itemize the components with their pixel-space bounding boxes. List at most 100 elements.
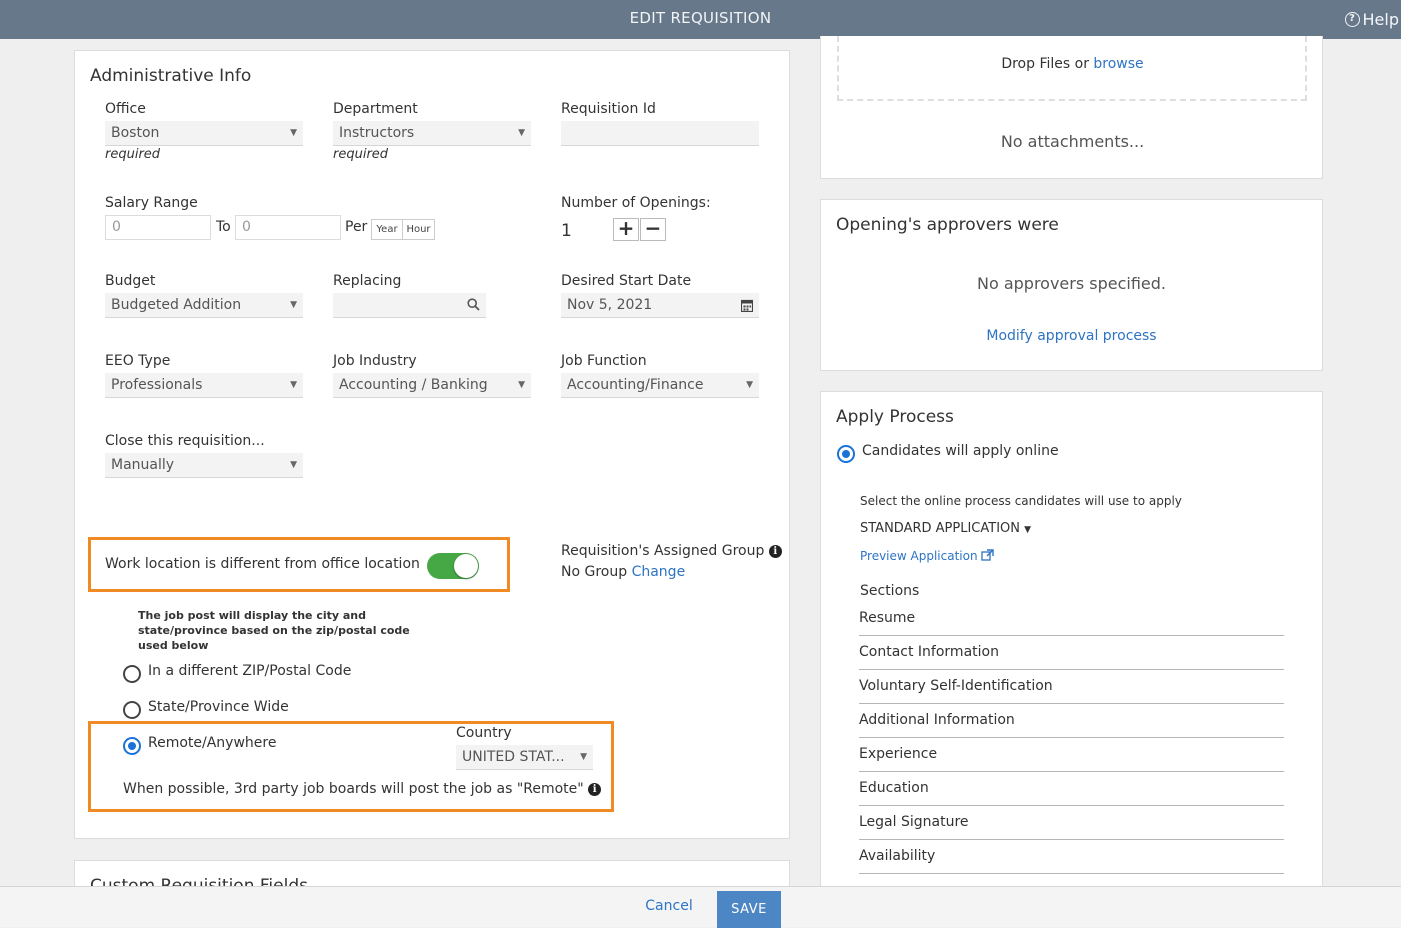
budget-label: Budget bbox=[105, 273, 156, 289]
salary-range-label: Salary Range bbox=[105, 195, 198, 211]
salary-from-input[interactable]: 0 bbox=[105, 215, 211, 240]
section-item: Legal Signature bbox=[859, 806, 1284, 840]
info-icon[interactable]: i bbox=[768, 545, 782, 558]
help-link[interactable]: ? Help bbox=[1344, 0, 1399, 39]
close-requisition-value: Manually bbox=[111, 457, 175, 473]
cancel-button[interactable]: Cancel bbox=[633, 898, 705, 914]
browse-link[interactable]: browse bbox=[1093, 56, 1143, 72]
select-process-text: Select the online process candidates wil… bbox=[860, 494, 1182, 508]
caret-down-icon: ▼ bbox=[290, 380, 297, 390]
approvers-title: Opening's approvers were bbox=[836, 215, 1059, 235]
start-date-input[interactable]: Nov 5, 2021 bbox=[561, 293, 759, 318]
radio-different-zip[interactable] bbox=[123, 665, 141, 683]
assigned-group-label: Requisition's Assigned Group i bbox=[561, 543, 782, 559]
attachments-card: Drop Files or browse No attachments... bbox=[820, 36, 1323, 179]
job-function-value: Accounting/Finance bbox=[567, 377, 704, 393]
caret-down-icon: ▼ bbox=[580, 752, 587, 762]
openings-increment-button[interactable]: + bbox=[613, 218, 639, 241]
modify-approval-link[interactable]: Modify approval process bbox=[821, 328, 1322, 344]
eeo-type-select[interactable]: Professionals ▼ bbox=[105, 373, 303, 398]
change-group-link[interactable]: Change bbox=[632, 564, 686, 580]
country-select[interactable]: UNITED STAT... ▼ bbox=[456, 745, 593, 770]
header-bar: EDIT REQUISITION ? Help bbox=[0, 0, 1401, 39]
work-location-label: Work location is different from office l… bbox=[105, 556, 420, 572]
external-link-icon bbox=[981, 549, 995, 563]
department-label: Department bbox=[333, 101, 418, 117]
department-select[interactable]: Instructors ▼ bbox=[333, 121, 531, 146]
no-attachments-text: No attachments... bbox=[1000, 132, 1145, 151]
per-year-button[interactable]: Year bbox=[371, 219, 403, 240]
work-location-toggle[interactable] bbox=[427, 553, 479, 579]
caret-down-icon: ▼ bbox=[290, 300, 297, 310]
section-item: Availability bbox=[859, 840, 1284, 874]
job-industry-select[interactable]: Accounting / Banking ▼ bbox=[333, 373, 531, 398]
search-icon bbox=[467, 293, 480, 317]
drop-files-text: Drop Files or browse bbox=[1001, 56, 1144, 72]
sections-label: Sections bbox=[860, 583, 920, 599]
caret-down-icon: ▼ bbox=[290, 128, 297, 138]
assigned-group-value: No Group bbox=[561, 564, 628, 580]
option-different-zip-label: In a different ZIP/Postal Code bbox=[148, 663, 352, 679]
save-button[interactable]: SAVE bbox=[717, 891, 781, 928]
caret-down-icon: ▼ bbox=[746, 380, 753, 390]
radio-remote[interactable] bbox=[123, 737, 141, 755]
option-state-wide-label: State/Province Wide bbox=[148, 699, 289, 715]
radio-apply-online[interactable] bbox=[837, 445, 855, 463]
section-item: Voluntary Self-Identification bbox=[859, 670, 1284, 704]
office-value: Boston bbox=[111, 125, 160, 141]
action-bar: Cancel SAVE bbox=[0, 886, 1401, 928]
start-date-value: Nov 5, 2021 bbox=[567, 297, 653, 313]
close-requisition-select[interactable]: Manually ▼ bbox=[105, 453, 303, 478]
caret-down-icon: ▼ bbox=[1024, 525, 1032, 535]
job-function-select[interactable]: Accounting/Finance ▼ bbox=[561, 373, 759, 398]
per-hour-button[interactable]: Hour bbox=[402, 219, 435, 240]
openings-label: Number of Openings: bbox=[561, 195, 711, 211]
office-select[interactable]: Boston ▼ bbox=[105, 121, 303, 146]
info-icon[interactable]: i bbox=[588, 783, 602, 796]
remote-note: When possible, 3rd party job boards will… bbox=[123, 781, 602, 797]
openings-decrement-button[interactable]: − bbox=[640, 218, 666, 241]
help-icon: ? bbox=[1344, 12, 1360, 27]
salary-to-label: To bbox=[216, 219, 231, 235]
help-label: Help bbox=[1362, 10, 1399, 29]
budget-select[interactable]: Budgeted Addition ▼ bbox=[105, 293, 303, 318]
apply-online-label: Candidates will apply online bbox=[862, 443, 1059, 459]
section-item: Additional Information bbox=[859, 704, 1284, 738]
start-date-label: Desired Start Date bbox=[561, 273, 692, 289]
calendar-icon[interactable] bbox=[740, 293, 754, 317]
country-label: Country bbox=[456, 725, 512, 741]
job-industry-value: Accounting / Banking bbox=[339, 377, 488, 393]
requisition-id-input[interactable] bbox=[561, 121, 759, 146]
budget-value: Budgeted Addition bbox=[111, 297, 242, 313]
job-function-label: Job Function bbox=[561, 353, 647, 369]
admin-info-card: Administrative Info Office Boston ▼ requ… bbox=[74, 50, 790, 839]
requisition-id-label: Requisition Id bbox=[561, 101, 656, 117]
department-required-note: required bbox=[333, 147, 389, 162]
section-item: Resume bbox=[859, 602, 1284, 636]
section-item: Contact Information bbox=[859, 636, 1284, 670]
preview-application-link[interactable]: Preview Application bbox=[860, 549, 995, 563]
eeo-type-label: EEO Type bbox=[105, 353, 171, 369]
office-required-note: required bbox=[105, 147, 161, 162]
department-value: Instructors bbox=[339, 125, 415, 141]
country-value: UNITED STAT... bbox=[462, 749, 565, 765]
caret-down-icon: ▼ bbox=[290, 460, 297, 470]
replacing-label: Replacing bbox=[333, 273, 402, 289]
apply-process-title: Apply Process bbox=[836, 407, 954, 427]
option-remote-label: Remote/Anywhere bbox=[148, 735, 277, 751]
office-label: Office bbox=[105, 101, 146, 117]
salary-per-label: Per bbox=[345, 219, 368, 235]
replacing-search-input[interactable] bbox=[333, 293, 486, 318]
approvers-card: Opening's approvers were No approvers sp… bbox=[820, 199, 1323, 371]
application-dropdown[interactable]: STANDARD APPLICATION ▼ bbox=[860, 521, 1031, 536]
openings-value: 1 bbox=[561, 221, 572, 241]
no-approvers-text: No approvers specified. bbox=[976, 274, 1167, 293]
radio-state-wide[interactable] bbox=[123, 701, 141, 719]
section-item: Experience bbox=[859, 738, 1284, 772]
caret-down-icon: ▼ bbox=[518, 380, 525, 390]
caret-down-icon: ▼ bbox=[518, 128, 525, 138]
assigned-group-value-line: No Group Change bbox=[561, 564, 685, 580]
location-note: The job post will display the city and s… bbox=[138, 609, 410, 652]
close-requisition-label: Close this requisition... bbox=[105, 433, 265, 449]
salary-to-input[interactable]: 0 bbox=[235, 215, 341, 240]
